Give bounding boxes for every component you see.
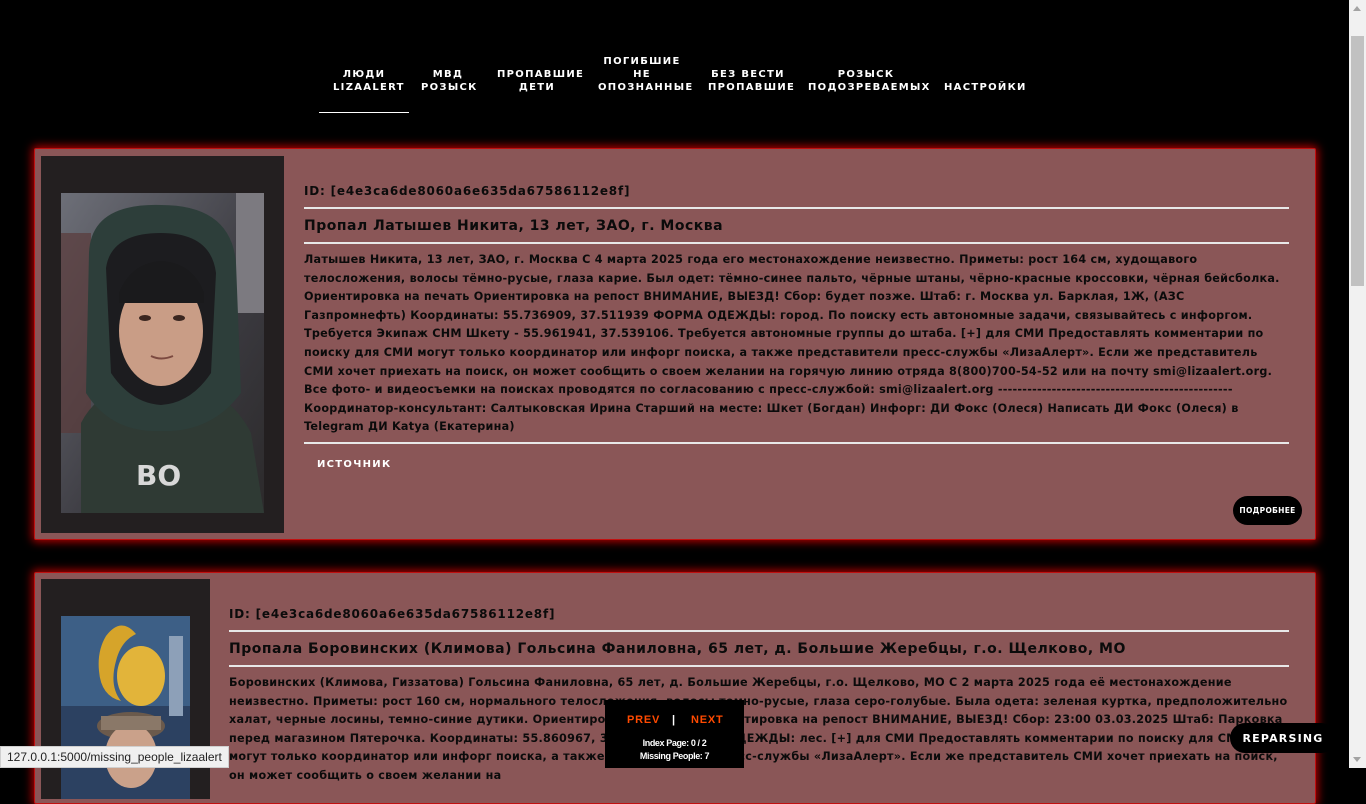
divider	[304, 207, 1289, 209]
person-title: Пропала Боровинских (Климова) Гольсина Ф…	[229, 641, 1126, 657]
photo-frame: BO	[41, 156, 284, 533]
reparsing-button[interactable]: REPARSING	[1230, 723, 1336, 753]
pagination-panel: PREV | NEXT Index Page: 0 / 2 Missing Pe…	[605, 700, 744, 768]
divider	[304, 242, 1289, 244]
status-bar-url: 127.0.0.1:5000/missing_people_lizaalert	[0, 746, 229, 768]
more-details-button[interactable]: ПОДРОБНЕЕ	[1233, 496, 1302, 525]
person-card: BO ID: [e4e3ca6de8060a6e635da67586112e8f…	[34, 148, 1316, 540]
scroll-up-arrow-icon[interactable]	[1353, 6, 1361, 11]
source-link[interactable]: ИСТОЧНИК	[317, 459, 1289, 470]
person-description: Боровинских (Климова, Гиззатова) Гольсин…	[229, 676, 1288, 782]
person-photo	[61, 616, 190, 799]
card-body: ID: [e4e3ca6de8060a6e635da67586112e8f] П…	[304, 184, 1289, 470]
prev-page-link[interactable]: PREV	[627, 714, 660, 726]
pager-separator: |	[672, 714, 676, 726]
person-id: ID: [e4e3ca6de8060a6e635da67586112e8f]	[229, 607, 556, 621]
nav-item-people-lizaalert[interactable]: ЛЮДИ LIZAALERT	[319, 68, 409, 113]
person-title: Пропал Латышев Никита, 13 лет, ЗАО, г. М…	[304, 218, 724, 234]
next-page-link[interactable]: NEXT	[691, 714, 724, 726]
page-scrollbar[interactable]	[1349, 0, 1366, 768]
person-id: ID: [e4e3ca6de8060a6e635da67586112e8f]	[304, 184, 631, 198]
nav-item-dead-unidentified[interactable]: ПОГИБШИЕ НЕ ОПОЗНАННЫЕ	[598, 55, 692, 94]
nav-item-wanted-suspects[interactable]: РОЗЫСК ПОДОЗРЕВАЕМЫХ	[808, 68, 929, 94]
divider	[229, 665, 1289, 667]
card-body: ID: [e4e3ca6de8060a6e635da67586112e8f] П…	[229, 607, 1289, 786]
nav-item-missing-without-trace[interactable]: БЕЗ ВЕСТИ ПРОПАВШИЕ	[708, 68, 794, 94]
nav-item-settings[interactable]: НАСТРОЙКИ	[944, 81, 1025, 94]
person-card: ID: [e4e3ca6de8060a6e635da67586112e8f] П…	[34, 572, 1316, 804]
nav-item-missing-children[interactable]: ПРОПАВШИЕ ДЕТИ	[497, 68, 583, 94]
svg-text:BO: BO	[136, 459, 181, 492]
divider	[304, 441, 1289, 444]
scroll-thumb[interactable]	[1351, 36, 1364, 286]
person-photo: BO	[61, 193, 264, 513]
top-nav: ЛЮДИ LIZAALERT МВД РОЗЫСК ПРОПАВШИЕ ДЕТИ…	[0, 0, 1349, 130]
nav-item-mvd-search[interactable]: МВД РОЗЫСК	[421, 68, 476, 94]
divider	[229, 630, 1289, 632]
person-description: Латышев Никита, 13 лет, ЗАО, г. Москва С…	[304, 253, 1280, 434]
missing-people-count: Missing People: 7	[639, 751, 710, 761]
index-page-info: Index Page: 0 / 2	[642, 738, 707, 748]
scroll-down-arrow-icon[interactable]	[1353, 757, 1361, 762]
